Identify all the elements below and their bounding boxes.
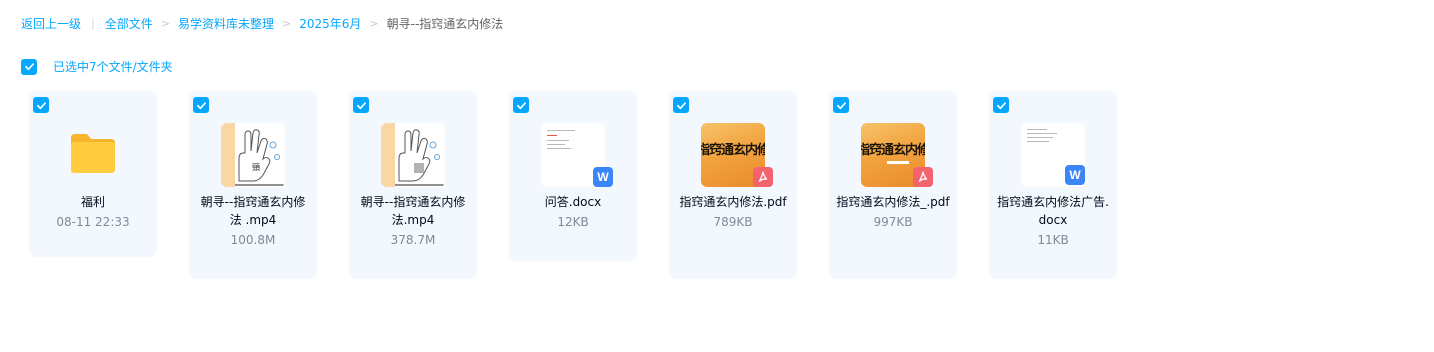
file-card[interactable]: 指窍通玄内修法 指窍通玄内修法_.pdf 997KB bbox=[829, 91, 957, 279]
item-checkbox[interactable] bbox=[33, 97, 49, 113]
chevron-right-icon: > bbox=[369, 16, 379, 30]
back-link[interactable]: 返回上一级 bbox=[21, 15, 81, 32]
pdf-icon bbox=[913, 167, 933, 187]
check-icon bbox=[996, 101, 1006, 109]
file-name: 朝寻--指窍通玄内修法 .mp4 bbox=[200, 195, 306, 227]
file-info: 指窍通玄内修法_.pdf 997KB bbox=[835, 193, 951, 231]
file-meta: 378.7M bbox=[390, 233, 436, 247]
chevron-right-icon: > bbox=[160, 16, 170, 30]
file-card[interactable]: W 问答.docx 12KB bbox=[509, 91, 637, 261]
file-meta: 08-11 22:33 bbox=[56, 215, 130, 229]
file-info: 指窍通玄内修法.pdf 789KB bbox=[675, 193, 791, 231]
svg-text:頸: 頸 bbox=[252, 163, 260, 172]
check-icon bbox=[36, 101, 46, 109]
file-meta: 100.8M bbox=[230, 233, 276, 247]
word-icon: W bbox=[1065, 165, 1085, 185]
file-name: 问答.docx bbox=[544, 195, 602, 209]
file-info: 福利 08-11 22:33 bbox=[35, 193, 151, 231]
file-card[interactable]: 福利 08-11 22:33 bbox=[29, 91, 157, 257]
item-checkbox[interactable] bbox=[193, 97, 209, 113]
word-icon: W bbox=[593, 167, 613, 187]
file-name: 朝寻--指窍通玄内修法.mp4 bbox=[360, 195, 466, 227]
breadcrumb-current: 朝寻--指窍通玄内修法 bbox=[386, 16, 504, 31]
file-name: 指窍通玄内修法_.pdf bbox=[836, 195, 950, 209]
file-name: 指窍通玄内修法.pdf bbox=[679, 195, 787, 209]
check-icon bbox=[356, 101, 366, 109]
video-thumbnail: 頸 bbox=[221, 123, 285, 187]
breadcrumb-item-month[interactable]: 2025年6月 bbox=[299, 15, 361, 32]
file-meta: 11KB bbox=[1037, 233, 1069, 247]
file-info: 朝寻--指窍通玄内修法.mp4 378.7M bbox=[355, 193, 471, 249]
file-info: 问答.docx 12KB bbox=[515, 193, 631, 231]
file-name: 指窍通玄内修法广告.docx bbox=[997, 195, 1109, 227]
item-checkbox[interactable] bbox=[513, 97, 529, 113]
pdf-cover-title: 指窍通玄内修法 bbox=[861, 143, 925, 158]
selection-count: 已选中7个文件/文件夹 bbox=[53, 60, 173, 74]
pdf-icon bbox=[753, 167, 773, 187]
acrobat-icon bbox=[758, 171, 768, 182]
hand-gesture-icon: 頸 bbox=[221, 123, 285, 187]
chevron-right-icon: > bbox=[281, 16, 292, 30]
file-info: 朝寻--指窍通玄内修法 .mp4 100.8M bbox=[195, 193, 311, 249]
check-icon bbox=[516, 101, 526, 109]
acrobat-icon bbox=[918, 171, 928, 182]
file-name: 福利 bbox=[80, 195, 105, 209]
cover-stripe bbox=[887, 161, 909, 164]
breadcrumb-item-library[interactable]: 易学资料库未整理 bbox=[178, 15, 274, 32]
file-meta: 997KB bbox=[873, 215, 913, 229]
file-card[interactable]: 頸 朝寻--指窍通玄内修法 .mp4 100.8M bbox=[189, 91, 317, 279]
file-card[interactable]: 指窍通玄内修法 指窍通玄内修法.pdf 789KB bbox=[669, 91, 797, 279]
breadcrumb-divider: | bbox=[91, 16, 95, 30]
select-all-row: 已选中7个文件/文件夹 bbox=[21, 58, 173, 75]
breadcrumb-item-all-files[interactable]: 全部文件 bbox=[105, 15, 153, 32]
hand-gesture-icon bbox=[381, 123, 445, 187]
file-meta: 12KB bbox=[557, 215, 589, 229]
file-card[interactable]: W 指窍通玄内修法广告.docx 11KB bbox=[989, 91, 1117, 279]
pdf-cover-title: 指窍通玄内修法 bbox=[701, 143, 765, 158]
file-info: 指窍通玄内修法广告.docx 11KB bbox=[995, 193, 1111, 249]
select-all-checkbox[interactable] bbox=[21, 58, 37, 75]
breadcrumb: 返回上一级 | 全部文件 > 易学资料库未整理 > 2025年6月 > 朝寻--… bbox=[21, 14, 503, 32]
video-thumbnail bbox=[381, 123, 445, 187]
file-meta: 789KB bbox=[713, 215, 753, 229]
item-checkbox[interactable] bbox=[353, 97, 369, 113]
file-card[interactable]: 朝寻--指窍通玄内修法.mp4 378.7M bbox=[349, 91, 477, 279]
check-icon bbox=[676, 101, 686, 109]
item-checkbox[interactable] bbox=[993, 97, 1009, 113]
folder-icon bbox=[71, 134, 115, 173]
item-checkbox[interactable] bbox=[673, 97, 689, 113]
check-icon bbox=[836, 101, 846, 109]
check-icon bbox=[196, 101, 206, 109]
item-checkbox[interactable] bbox=[833, 97, 849, 113]
check-icon bbox=[24, 63, 34, 71]
